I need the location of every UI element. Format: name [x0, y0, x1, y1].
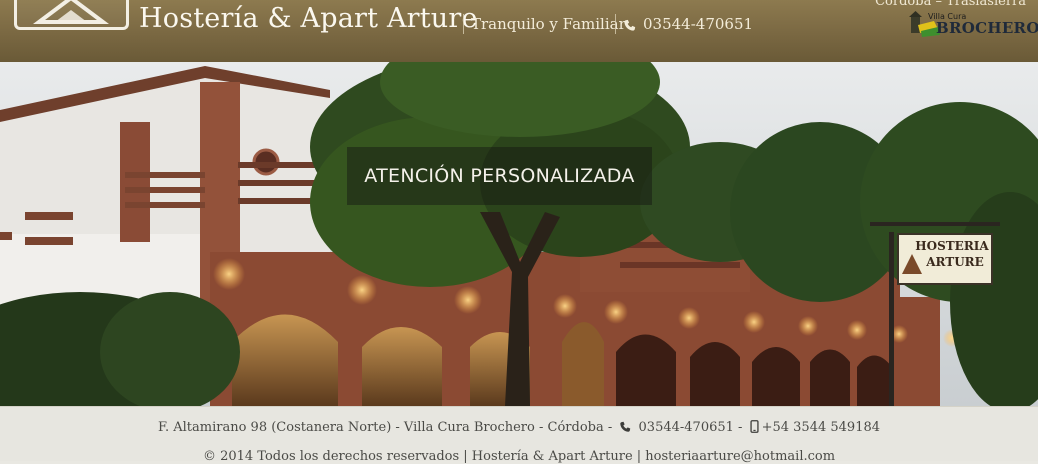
header-divider: [615, 14, 616, 34]
footer-separator: -: [738, 420, 743, 435]
site-footer: F. Altamirano 98 (Costanera Norte) - Vil…: [0, 406, 1038, 464]
phone-icon: [619, 421, 631, 437]
site-header: Hostería & Apart Arture Tranquilo y Fami…: [0, 0, 1038, 63]
site-title[interactable]: Hostería & Apart Arture: [139, 3, 478, 34]
hero-photo: HOSTERIA ARTURE: [0, 62, 1038, 406]
sign-line2: ARTURE: [925, 255, 984, 269]
phone-icon: [623, 17, 636, 36]
sign-line1: HOSTERIA: [915, 239, 989, 253]
tagline: Tranquilo y Familiar: [471, 15, 626, 33]
header-divider: [463, 14, 464, 34]
footer-phone[interactable]: 03544-470651: [639, 420, 734, 435]
hero-caption: ATENCIÓN PERSONALIZADA: [364, 165, 635, 187]
footer-mobile[interactable]: +54 3544 549184: [762, 420, 880, 435]
footer-contact-line: F. Altamirano 98 (Costanera Norte) - Vil…: [0, 420, 1038, 437]
mobile-icon: [750, 420, 759, 437]
header-phone[interactable]: 03544-470651: [643, 15, 753, 33]
hero-caption-box: ATENCIÓN PERSONALIZADA: [347, 147, 652, 205]
footer-copyright: © 2014 Todos los derechos reservados | H…: [202, 449, 836, 464]
region-label: Córdoba – Traslasierra: [875, 0, 1026, 9]
footer-address: F. Altamirano 98 (Costanera Norte) - Vil…: [157, 420, 613, 435]
hero-slideshow[interactable]: HOSTERIA ARTURE ATENCIÓN PERSONALIZADA: [0, 62, 1038, 406]
partner-logo-big-text: BROCHERO: [936, 19, 1038, 37]
logo-icon[interactable]: [14, 0, 129, 30]
